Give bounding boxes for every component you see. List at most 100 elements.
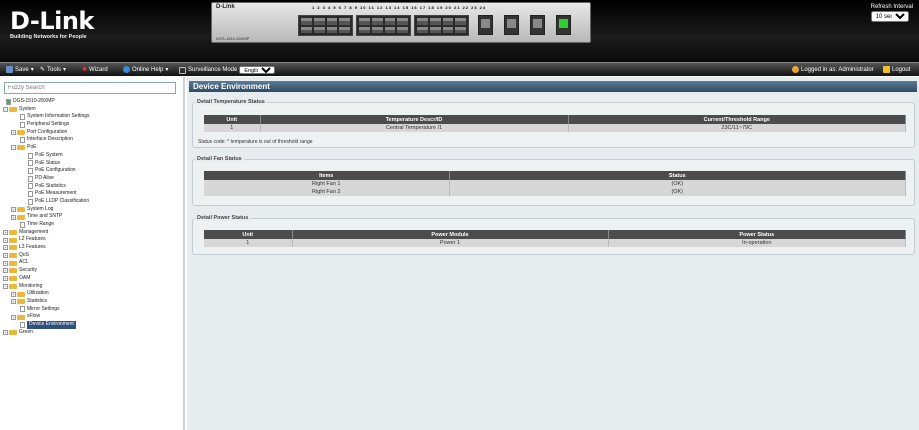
- status-code-note: Status code: * temperature is out of thr…: [198, 139, 313, 145]
- tree-item-poe-status[interactable]: PoE Status: [0, 160, 183, 168]
- device-front-panel[interactable]: D-Link 1 2 3 4 5 6 7 8 9 10 11 12 13 14 …: [211, 2, 591, 43]
- expand-icon[interactable]: +: [11, 206, 16, 212]
- tree-item-poe[interactable]: − PoE: [0, 144, 183, 152]
- expand-icon[interactable]: +: [3, 237, 8, 243]
- dlink-logo: D-Link Building Networks for People: [10, 9, 94, 40]
- tree-item-device-environment[interactable]: Device Environment: [0, 320, 183, 329]
- collapse-icon[interactable]: −: [3, 283, 8, 289]
- folder-icon: [9, 253, 17, 259]
- logo-name: D-Link: [10, 7, 94, 35]
- folder-icon: [17, 291, 25, 297]
- tree-item-oam[interactable]: + OAM: [0, 275, 183, 283]
- tree-item-management[interactable]: + Management: [0, 229, 183, 237]
- column-header: Temperature Descr/ID: [260, 115, 569, 124]
- table-cell: (OK): [449, 180, 906, 188]
- save-icon: [6, 66, 13, 73]
- tree-item-mirror-settings[interactable]: Mirror Settings: [0, 306, 183, 314]
- surveillance-mode[interactable]: Surveillance Mode English: [179, 66, 276, 74]
- power-table: Unit Power Module Power Status 1 Power 1…: [204, 230, 906, 247]
- port-group-3[interactable]: [414, 15, 469, 36]
- column-header: Current/Threshold Range: [568, 115, 906, 124]
- table-cell: In-operation: [608, 239, 906, 247]
- column-header: Power Module: [292, 230, 609, 239]
- navigation-panel: DGS-1510-28XMP −System System Informatio…: [0, 77, 185, 430]
- expand-icon[interactable]: +: [11, 291, 16, 297]
- port-group-1[interactable]: [298, 15, 353, 36]
- sfp-port-25[interactable]: [478, 15, 493, 35]
- tools-menu[interactable]: ✎ Tools ▾: [40, 66, 67, 74]
- navigation-tree: DGS-1510-28XMP − System System Informatio…: [0, 98, 183, 336]
- folder-icon: [9, 107, 17, 113]
- tree-item-poe-lldp-classification[interactable]: PoE LLDP Classification: [0, 198, 183, 206]
- refresh-interval-select[interactable]: 10 secs: [870, 11, 909, 22]
- tree-item-poe-measurement[interactable]: PoE Measurement: [0, 190, 183, 198]
- expand-icon[interactable]: +: [3, 245, 8, 251]
- folder-icon: [17, 214, 25, 220]
- tree-item-system-information-settings[interactable]: System Information Settings: [0, 113, 183, 121]
- expand-icon[interactable]: +: [3, 276, 8, 282]
- tree-item-monitoring[interactable]: − Monitoring: [0, 283, 183, 291]
- sfp-port-27[interactable]: [530, 15, 545, 35]
- tree-item-sflow[interactable]: + sFlow: [0, 313, 183, 321]
- tree-item-peripheral-settings[interactable]: Peripheral Settings: [0, 121, 183, 129]
- logo-tagline: Building Networks for People: [10, 34, 87, 40]
- page-icon: [28, 160, 33, 167]
- tree-item-poe-configuration[interactable]: PoE Configuration: [0, 167, 183, 175]
- expand-icon[interactable]: +: [3, 268, 8, 274]
- tree-item-l2-features[interactable]: + L2 Features: [0, 236, 183, 244]
- expand-icon[interactable]: +: [3, 253, 8, 259]
- wizard-label: Wizard: [89, 66, 108, 73]
- tree-item-poe-statistics[interactable]: PoE Statistics: [0, 183, 183, 191]
- page-title: Device Environment: [189, 81, 917, 92]
- table-cell: Power 1: [292, 239, 609, 247]
- tree-item-statistics[interactable]: + Statistics: [0, 298, 183, 306]
- collapse-icon[interactable]: −: [11, 145, 16, 151]
- expand-icon[interactable]: +: [11, 314, 16, 320]
- expand-icon[interactable]: +: [11, 214, 16, 220]
- expand-icon[interactable]: +: [11, 299, 16, 305]
- tree-item-l3-features[interactable]: + L3 Features: [0, 244, 183, 252]
- tree-item-device[interactable]: DGS-1510-28XMP: [0, 98, 183, 106]
- folder-icon: [17, 145, 25, 151]
- expand-icon[interactable]: +: [3, 230, 8, 236]
- tree-item-time-range[interactable]: Time Range: [0, 221, 183, 229]
- tree-item-acl[interactable]: + ACL: [0, 259, 183, 267]
- tree-item-pd-alive[interactable]: PD Alive: [0, 175, 183, 183]
- expand-icon[interactable]: +: [11, 130, 16, 136]
- sfp-port-26[interactable]: [504, 15, 519, 35]
- language-select[interactable]: English: [239, 66, 276, 74]
- power-section-title: Detail Power Status: [195, 215, 251, 221]
- help-icon: [123, 66, 130, 73]
- logged-in-label: Logged in as: Administrator: [801, 66, 874, 73]
- tree-item-qos[interactable]: + QoS: [0, 252, 183, 260]
- tree-item-system[interactable]: − System: [0, 106, 183, 114]
- column-header: Power Status: [608, 230, 906, 239]
- online-help-menu[interactable]: Online Help ▾: [123, 66, 168, 73]
- port-group-2[interactable]: [356, 15, 411, 36]
- tree-item-utilization[interactable]: + Utilization: [0, 290, 183, 298]
- column-header: Unit: [204, 115, 261, 124]
- save-menu[interactable]: Save ▾: [6, 66, 34, 73]
- expand-icon[interactable]: +: [3, 260, 8, 266]
- tree-item-interface-description[interactable]: Interface Description: [0, 136, 183, 144]
- logout-button[interactable]: Logout: [883, 66, 910, 73]
- table-cell: Right Fan 1: [204, 180, 450, 188]
- temperature-section-title: Detail Temperature Status: [195, 99, 267, 105]
- tree-item-port-configuration[interactable]: + Port Configuration: [0, 129, 183, 137]
- tree-item-system-log[interactable]: + System Log: [0, 206, 183, 214]
- tree-item-poe-system[interactable]: PoE System: [0, 152, 183, 160]
- table-cell: Central Temperature /1: [260, 124, 569, 132]
- switch-icon: [6, 98, 11, 105]
- expand-icon[interactable]: +: [3, 329, 8, 335]
- power-section: Detail Power Status Unit Power Module Po…: [192, 215, 915, 255]
- folder-icon: [17, 206, 25, 212]
- chevron-down-icon: ▾: [63, 67, 67, 73]
- tree-item-security[interactable]: + Security: [0, 267, 183, 275]
- wizard-button[interactable]: ✱ Wizard: [82, 66, 108, 74]
- table-header-row: Unit Power Module Power Status: [204, 230, 906, 239]
- tree-item-time-and-sntp[interactable]: + Time and SNTP: [0, 213, 183, 221]
- collapse-icon[interactable]: −: [3, 107, 8, 113]
- fuzzy-search-input[interactable]: [4, 82, 176, 94]
- sfp-port-28[interactable]: [556, 15, 571, 35]
- tree-item-green[interactable]: + Green: [0, 329, 183, 337]
